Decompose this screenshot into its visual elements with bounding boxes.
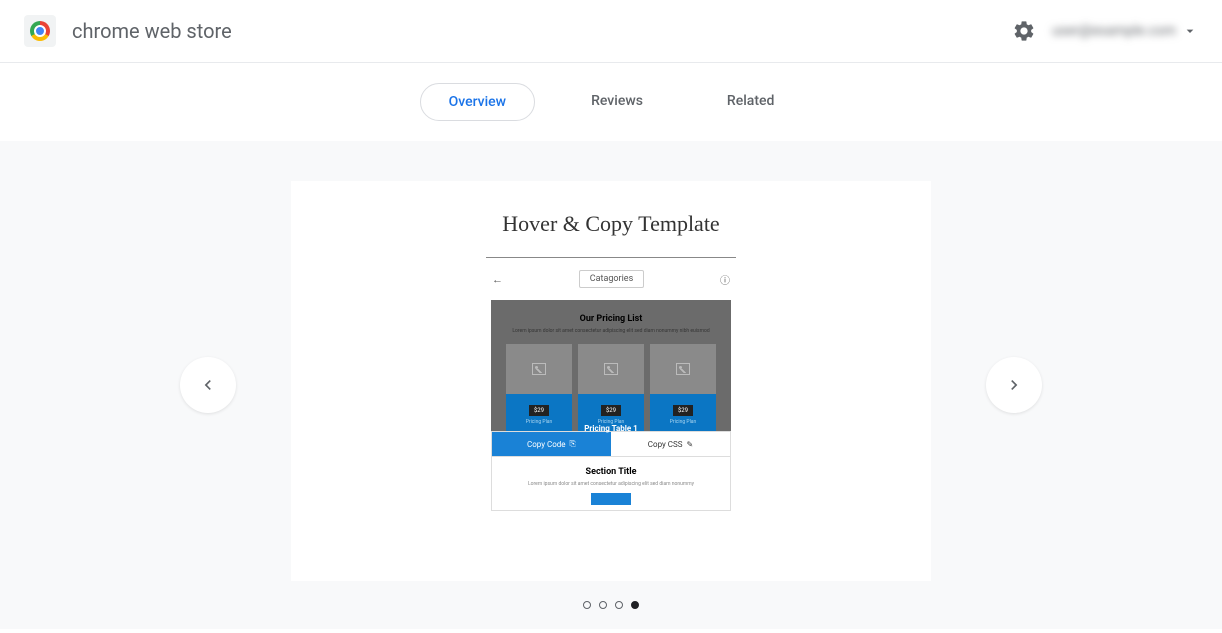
- tab-related[interactable]: Related: [699, 83, 802, 121]
- carousel-prev-button[interactable]: [180, 357, 236, 413]
- header-right: user@example.com: [1012, 19, 1198, 43]
- account-dropdown[interactable]: user@example.com: [1052, 23, 1198, 39]
- image-icon: [604, 363, 618, 375]
- carousel-next-button[interactable]: [986, 357, 1042, 413]
- store-title: chrome web store: [72, 19, 232, 43]
- price-badge: $29: [673, 405, 693, 416]
- back-arrow-icon: ←: [492, 273, 503, 286]
- tab-reviews[interactable]: Reviews: [563, 83, 671, 121]
- gear-icon[interactable]: [1012, 19, 1036, 43]
- card-label: Pricing Plan: [506, 419, 572, 425]
- copy-icon: ⎘: [570, 439, 576, 449]
- section-subtitle: Lorem ipsum dolor sit amet consectetur a…: [492, 481, 730, 487]
- pricing-subtitle: Lorem ipsum dolor sit amet consectetur a…: [499, 328, 723, 334]
- screenshot-title: Hover & Copy Template: [502, 211, 719, 237]
- screenshot-divider: [486, 257, 736, 258]
- carousel-dot-1[interactable]: [583, 601, 591, 609]
- categories-button: Catagories: [579, 270, 644, 288]
- chrome-logo-icon: [30, 21, 50, 41]
- card-image-placeholder: [506, 344, 572, 394]
- chevron-down-icon: [1182, 23, 1198, 39]
- price-badge: $29: [529, 405, 549, 416]
- copy-code-label: Copy Code: [527, 440, 566, 449]
- image-icon: [676, 363, 690, 375]
- card-bottom: $29 Pricing Plan: [650, 394, 716, 431]
- pricing-card-hover: $29 Pricing Plan Pricing Table 1: [578, 344, 644, 431]
- screenshot-toolbar: ← Catagories ⓘ: [486, 266, 736, 292]
- pricing-section: Our Pricing List Lorem ipsum dolor sit a…: [491, 300, 731, 431]
- copy-css-label: Copy CSS: [648, 440, 683, 449]
- header: chrome web store user@example.com: [0, 0, 1222, 63]
- chrome-store-icon[interactable]: [24, 15, 56, 47]
- carousel-dots: [0, 601, 1222, 609]
- tab-overview[interactable]: Overview: [420, 83, 535, 121]
- card-image-placeholder: [650, 344, 716, 394]
- pricing-card: $29 Pricing Plan: [506, 344, 572, 431]
- section-image-placeholder: [591, 493, 631, 505]
- carousel-screenshot: Hover & Copy Template ← Catagories ⓘ Our…: [291, 181, 931, 581]
- section-block: Section Title Lorem ipsum dolor sit amet…: [491, 457, 731, 511]
- section-title: Section Title: [492, 467, 730, 477]
- copy-code-button: Copy Code ⎘: [492, 432, 611, 456]
- pricing-heading: Our Pricing List: [499, 314, 723, 324]
- card-label: Pricing Plan: [650, 419, 716, 425]
- hover-label: Pricing Table 1: [578, 424, 644, 433]
- chevron-right-icon: [1004, 375, 1024, 395]
- header-left: chrome web store: [24, 15, 232, 47]
- chevron-left-icon: [198, 375, 218, 395]
- carousel-dot-2[interactable]: [599, 601, 607, 609]
- pricing-card: $29 Pricing Plan: [650, 344, 716, 431]
- price-badge: $29: [601, 405, 621, 416]
- tabs-bar: Overview Reviews Related: [0, 63, 1222, 141]
- action-bar: Copy Code ⎘ Copy CSS ✎: [491, 431, 731, 457]
- pricing-cards: $29 Pricing Plan $29 Pricing Plan Pricin…: [499, 344, 723, 431]
- edit-icon: ✎: [687, 440, 694, 449]
- carousel-dot-3[interactable]: [615, 601, 623, 609]
- image-icon: [532, 363, 546, 375]
- info-icon: ⓘ: [720, 272, 730, 287]
- copy-css-button: Copy CSS ✎: [611, 432, 730, 456]
- carousel-area: Hover & Copy Template ← Catagories ⓘ Our…: [0, 141, 1222, 629]
- card-bottom: $29 Pricing Plan: [506, 394, 572, 431]
- card-image-placeholder: [578, 344, 644, 394]
- carousel-dot-4[interactable]: [631, 601, 639, 609]
- account-email: user@example.com: [1052, 23, 1176, 39]
